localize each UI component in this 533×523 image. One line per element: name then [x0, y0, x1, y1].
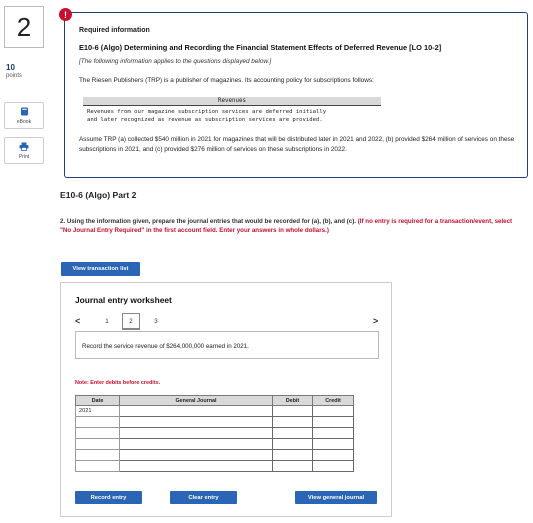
part-title: E10-6 (Algo) Part 2	[60, 190, 137, 200]
col-credit: Credit	[312, 395, 354, 406]
journal-table: Date General Journal Debit Credit 2021	[75, 395, 354, 472]
date-cell	[75, 449, 120, 461]
date-cell: 2021	[75, 405, 120, 417]
credit-input[interactable]	[312, 427, 354, 439]
intro-text: The Riesen Publishers (TRP) is a publish…	[79, 77, 374, 84]
printer-icon	[19, 142, 29, 151]
credit-input[interactable]	[312, 460, 354, 472]
credit-input[interactable]	[312, 438, 354, 450]
debit-input[interactable]	[272, 449, 313, 461]
entry-prompt: Record the service revenue of $264,000,0…	[75, 331, 379, 359]
col-debit: Debit	[272, 395, 313, 406]
question-number: 2	[4, 6, 44, 48]
page-2-tab[interactable]: 2	[122, 313, 140, 330]
view-general-journal-button[interactable]: View general journal	[295, 491, 377, 504]
account-input[interactable]	[119, 460, 273, 472]
credit-input[interactable]	[312, 449, 354, 461]
account-input[interactable]	[119, 405, 273, 417]
debits-note: Note: Enter debits before credits.	[75, 380, 161, 386]
required-info-title: Required information	[79, 27, 150, 34]
print-button[interactable]: Print	[4, 137, 44, 164]
journal-entry-worksheet: Journal entry worksheet < 1 2 3 > Record…	[60, 282, 392, 517]
applies-note: [The following information applies to th…	[79, 58, 272, 65]
date-cell	[75, 438, 120, 450]
book-icon	[20, 107, 28, 115]
table-row	[75, 427, 354, 439]
worksheet-title: Journal entry worksheet	[75, 295, 172, 305]
table-row	[75, 449, 354, 461]
policy-excerpt: Revenues Revenues from our magazine subs…	[83, 97, 381, 126]
account-input[interactable]	[119, 438, 273, 450]
debit-input[interactable]	[272, 438, 313, 450]
credit-input[interactable]	[312, 405, 354, 417]
instructions: 2. Using the information given, prepare …	[60, 217, 520, 235]
col-general-journal: General Journal	[119, 395, 273, 406]
table-row	[75, 416, 354, 428]
account-input[interactable]	[119, 416, 273, 428]
ebook-button[interactable]: eBook	[4, 102, 44, 129]
account-input[interactable]	[119, 449, 273, 461]
required-info-panel: Required information E10-6 (Algo) Determ…	[64, 12, 528, 178]
table-row	[75, 460, 354, 472]
print-label: Print	[18, 153, 30, 160]
col-date: Date	[75, 395, 120, 406]
next-page-button[interactable]: >	[373, 316, 378, 326]
debit-input[interactable]	[272, 427, 313, 439]
prev-page-button[interactable]: <	[75, 316, 80, 326]
view-transaction-list-button[interactable]: View transaction list	[61, 262, 140, 276]
account-input[interactable]	[119, 427, 273, 439]
date-cell	[75, 460, 120, 472]
points-value: 10	[6, 63, 15, 72]
exercise-heading: E10-6 (Algo) Determining and Recording t…	[79, 43, 442, 52]
credit-input[interactable]	[312, 416, 354, 428]
date-cell	[75, 416, 120, 428]
points-label: points	[6, 73, 23, 79]
policy-body: Revenues from our magazine subscription …	[87, 109, 327, 123]
page-1-tab[interactable]: 1	[98, 313, 116, 330]
debit-input[interactable]	[272, 460, 313, 472]
instruction-main: 2. Using the information given, prepare …	[60, 218, 358, 225]
assumption-text: Assume TRP (a) collected $540 million in…	[79, 136, 515, 153]
table-row: 2021	[75, 405, 354, 417]
page-3-tab[interactable]: 3	[147, 313, 165, 330]
policy-header: Revenues	[83, 97, 381, 106]
debit-input[interactable]	[272, 416, 313, 428]
ebook-label: eBook	[16, 118, 32, 125]
alert-icon: !	[59, 8, 72, 21]
record-entry-button[interactable]: Record entry	[75, 491, 142, 504]
date-cell	[75, 427, 120, 439]
table-row	[75, 438, 354, 450]
clear-entry-button[interactable]: Clear entry	[170, 491, 237, 504]
debit-input[interactable]	[272, 405, 313, 417]
